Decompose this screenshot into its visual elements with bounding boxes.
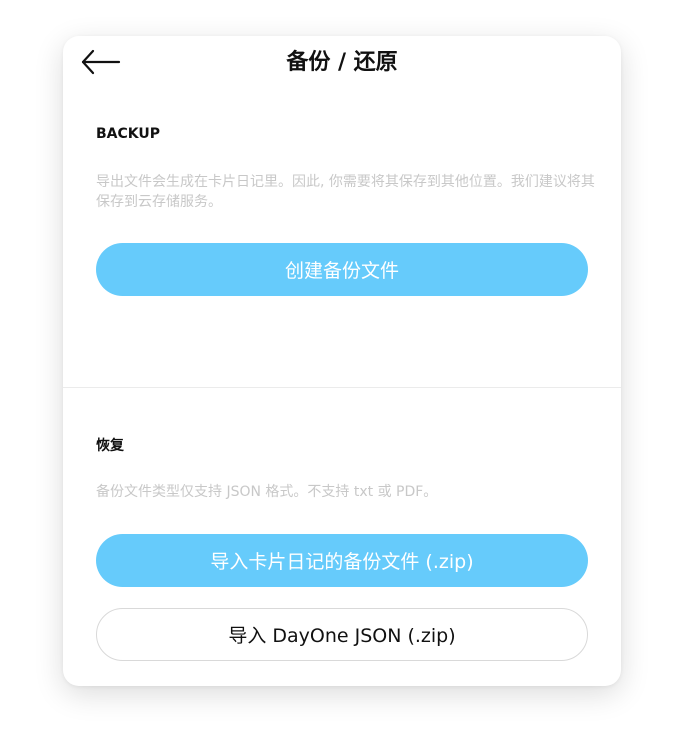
arrow-left-icon [81, 49, 121, 75]
backup-description: 导出文件会生成在卡片日记里。因此, 你需要将其保存到其他位置。我们建议将其保存到… [96, 174, 595, 210]
backup-restore-dialog: 备份 / 还原 BACKUP 导出文件会生成在卡片日记里。因此, 你需要将其保存… [63, 36, 621, 686]
backup-heading: BACKUP [96, 126, 161, 142]
create-backup-button[interactable]: 创建备份文件 [96, 243, 588, 296]
dialog-header: 备份 / 还原 [63, 36, 621, 86]
back-button[interactable] [79, 46, 123, 78]
page-title: 备份 / 还原 [286, 50, 398, 75]
restore-heading: 恢复 [96, 438, 124, 454]
import-dayone-button[interactable]: 导入 DayOne JSON (.zip) [96, 608, 588, 661]
import-backup-button[interactable]: 导入卡片日记的备份文件 (.zip) [96, 534, 588, 587]
restore-description: 备份文件类型仅支持 JSON 格式。不支持 txt 或 PDF。 [96, 484, 438, 500]
section-divider [63, 387, 621, 388]
